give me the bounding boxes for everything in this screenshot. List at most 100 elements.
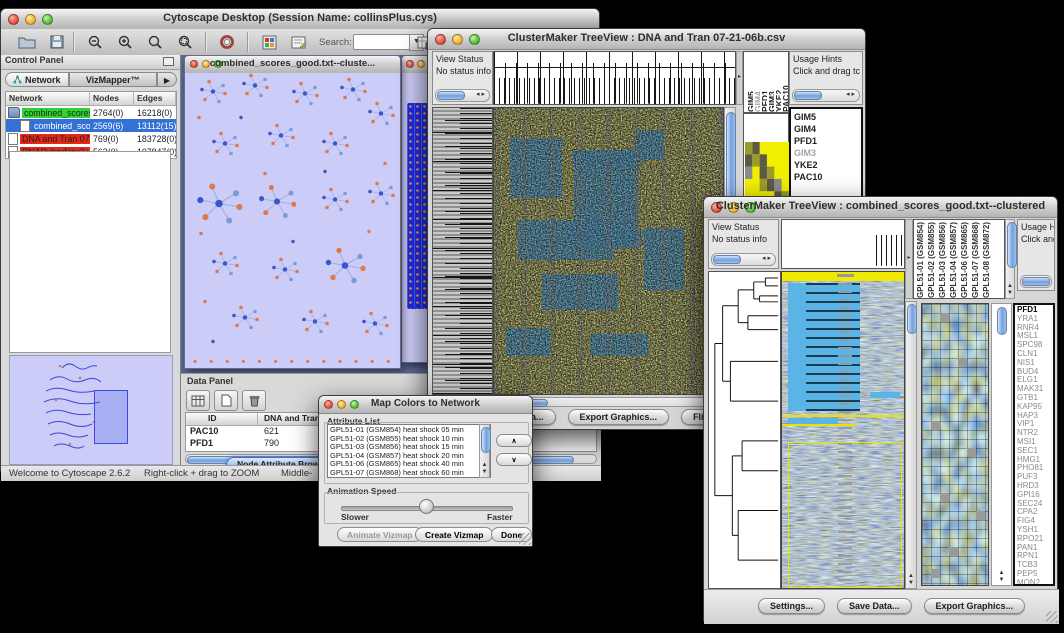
network-view-titlebar[interactable]: combined_scores_good.txt--cluste...	[185, 56, 400, 74]
treeview-dna-titlebar[interactable]: ClusterMaker TreeView : DNA and Tran 07-…	[428, 29, 865, 50]
scrollbar-thumb[interactable]	[907, 304, 917, 334]
zoom-heatmap-panel[interactable]	[921, 303, 989, 586]
view-status-scrollbar[interactable]: ◂▸	[711, 253, 776, 266]
attribute-table-icon[interactable]	[186, 390, 210, 411]
save-session-icon[interactable]	[45, 32, 69, 52]
move-down-button[interactable]: ∨	[496, 453, 532, 466]
heatmap-vscrollbar[interactable]: ▲▼	[905, 301, 917, 589]
delete-attribute-icon[interactable]	[242, 390, 266, 411]
scroll-arrows-icon[interactable]: ▲▼	[1006, 283, 1014, 297]
open-session-icon[interactable]	[15, 32, 39, 52]
new-attribute-icon[interactable]	[214, 390, 238, 411]
heatmap-canvas[interactable]	[493, 107, 724, 395]
viewport-rectangle[interactable]	[94, 390, 128, 444]
row-dendrogram[interactable]	[708, 271, 781, 589]
col-id[interactable]: ID	[186, 413, 258, 425]
network-table-header[interactable]: Network Nodes Edges	[6, 92, 176, 106]
gene-label[interactable]: YKE2	[794, 159, 861, 171]
gene-label[interactable]: GIM4	[794, 123, 861, 135]
zoom-selected-icon[interactable]	[143, 32, 167, 52]
treeview-button[interactable]: Export Graphics...	[924, 598, 1026, 614]
treeview-combined-titlebar[interactable]: ClusterMaker TreeView : combined_scores_…	[704, 197, 1057, 218]
scrollbar-thumb[interactable]	[1007, 222, 1017, 268]
move-up-button[interactable]: ∧	[496, 434, 532, 447]
gene-list-scrollbar[interactable]: ▲▼	[991, 303, 1012, 586]
heatmap-canvas[interactable]	[781, 271, 905, 589]
col-nodes[interactable]: Nodes	[90, 92, 134, 105]
col-network[interactable]: Network	[6, 92, 90, 105]
column-label[interactable]: GPL51-06 (GSM865)	[960, 220, 971, 298]
float-panel-icon[interactable]	[163, 57, 174, 66]
scroll-arrows-icon[interactable]: ◂▸	[846, 90, 857, 98]
heatmap-selection-rectangle[interactable]	[788, 442, 902, 588]
scroll-arrows-icon[interactable]: ◂▸	[762, 254, 773, 262]
column-label[interactable]: GPL51-02 (GSM855)	[927, 220, 938, 298]
resize-grip[interactable]	[1046, 611, 1058, 623]
column-label[interactable]: YKE2	[774, 52, 781, 112]
column-label[interactable]: GIM3	[767, 52, 774, 112]
column-labels-scrollbar[interactable]: ▲▼	[1005, 219, 1015, 299]
scrollbar-thumb[interactable]	[1022, 277, 1050, 286]
help-lifesaver-icon[interactable]	[215, 32, 239, 52]
scrollbar-thumb[interactable]	[997, 307, 1007, 335]
column-label[interactable]: GIM5	[746, 52, 753, 112]
usage-hints-scrollbar[interactable]	[1020, 275, 1052, 288]
zoom-in-icon[interactable]	[113, 32, 137, 52]
tab-overflow-arrow[interactable]: ▶	[157, 72, 177, 87]
column-dendrogram[interactable]	[781, 219, 905, 269]
resize-grip[interactable]	[519, 533, 531, 545]
scrollbar-thumb[interactable]	[794, 91, 822, 100]
annotation-icon[interactable]	[287, 32, 311, 52]
dialog-titlebar[interactable]: Map Colors to Network	[319, 396, 532, 414]
column-label[interactable]: GPL51-04 (GSM857)	[949, 220, 960, 298]
gene-label-list[interactable]: PFD1YRA1RNR4MSL1SPC98CLN1NIS1BUD4ELG1MAK…	[1013, 303, 1055, 586]
slider-thumb[interactable]	[419, 499, 434, 514]
column-label[interactable]: PFD1	[760, 52, 767, 112]
scroll-arrows-icon[interactable]: ◂▸	[476, 90, 487, 98]
gene-label[interactable]: PAC10	[794, 171, 861, 183]
main-titlebar[interactable]: Cytoscape Desktop (Session Name: collins…	[1, 9, 599, 30]
gene-label[interactable]: PFD1	[794, 135, 861, 147]
network-tree-empty-area[interactable]	[9, 151, 171, 353]
treeview-button[interactable]: Export Graphics...	[568, 409, 670, 425]
minimize-icon[interactable]	[417, 60, 425, 68]
column-label[interactable]: GPL51-08 (GSM872)	[982, 220, 993, 298]
network-table-row[interactable]: DNA and Tran 07 769(0) 183728(0)	[6, 132, 176, 145]
scrollbar-thumb[interactable]	[437, 91, 465, 100]
row-dendrogram[interactable]	[432, 107, 493, 395]
birds-eye-view[interactable]	[9, 355, 173, 465]
col-edges[interactable]: Edges	[134, 92, 176, 105]
column-dendrogram[interactable]	[493, 51, 736, 105]
zoom-out-icon[interactable]	[83, 32, 107, 52]
column-label[interactable]: GPL51-07 (GSM868)	[971, 220, 982, 298]
view-status-scrollbar[interactable]: ◂▸	[435, 89, 490, 102]
column-labels[interactable]: GPL51-01 (GSM854)GPL51-02 (GSM855)GPL51-…	[913, 219, 1005, 299]
attribute-list-scrollbar[interactable]: ▲▼	[479, 424, 490, 478]
tab-vizmapper[interactable]: VizMapper™	[69, 72, 157, 87]
column-label[interactable]: GPL51-03 (GSM856)	[938, 220, 949, 298]
scroll-arrows-icon[interactable]: ▲▼	[906, 573, 916, 587]
attribute-list[interactable]: GPL51-01 (GSM854) heat shock 05 minGPL51…	[327, 424, 491, 478]
column-labels[interactable]: GIM5GIM4PFD1GIM3YKE2PAC10	[743, 51, 789, 113]
usage-hints-scrollbar[interactable]: ◂▸	[792, 89, 860, 102]
attribute-list-item[interactable]: GPL51-07 (GSM868) heat shock 60 min	[330, 469, 490, 478]
network-table-row[interactable]: combined_sco 2569(6) 13112(15)	[6, 119, 176, 132]
scrollbar-thumb[interactable]	[713, 255, 741, 264]
tab-network[interactable]: Network	[5, 72, 69, 87]
scroll-arrows-icon[interactable]: ▲▼	[480, 462, 489, 476]
create-vizmap-button[interactable]: Create Vizmap	[415, 527, 493, 542]
gene-label[interactable]: GIM5	[794, 111, 861, 123]
splitter-arrow-icon[interactable]: ▸	[736, 51, 743, 105]
treeview-button[interactable]: Settings...	[758, 598, 825, 614]
animate-vizmap-button[interactable]: Animate Vizmap	[337, 527, 423, 542]
network-table-row[interactable]: combined_scores 2764(0) 16218(0)	[6, 106, 176, 119]
zoom-fit-icon[interactable]	[173, 32, 197, 52]
search-input[interactable]: ▼	[353, 34, 411, 50]
close-icon[interactable]	[406, 60, 414, 68]
column-label[interactable]: GPL51-01 (GSM854)	[916, 220, 927, 298]
column-label[interactable]: GIM4	[753, 52, 760, 112]
gene-label[interactable]: MON2	[1017, 579, 1053, 586]
plugin-icon[interactable]	[257, 32, 281, 52]
scrollbar-thumb[interactable]	[481, 427, 491, 453]
gene-label[interactable]: GIM3	[794, 147, 861, 159]
